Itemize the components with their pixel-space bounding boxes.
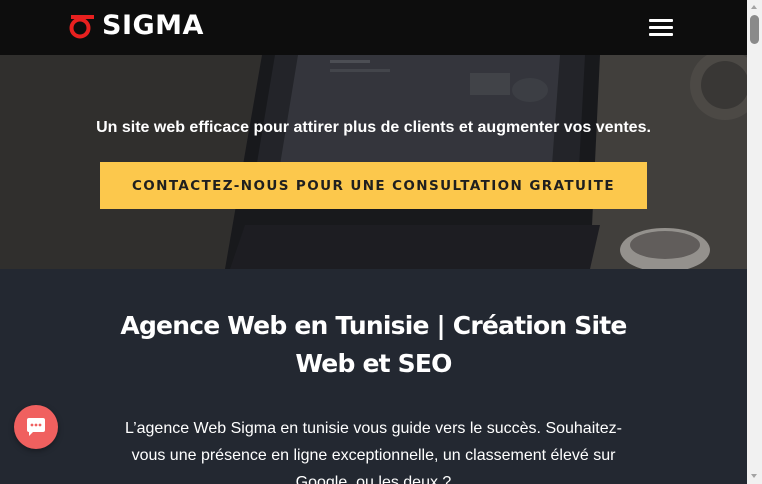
site-header: SIGMA <box>0 0 747 55</box>
intro-paragraph: L’agence Web Sigma en tunisie vous guide… <box>125 420 622 484</box>
intro-section: Agence Web en Tunisie | Création Site We… <box>0 269 747 484</box>
hamburger-menu-icon[interactable] <box>649 19 673 37</box>
free-consultation-cta-button[interactable]: CONTACTEZ-NOUS POUR UNE CONSULTATION GRA… <box>100 162 647 209</box>
page-title: Agence Web en Tunisie | Création Site We… <box>120 311 627 378</box>
hero-tagline: Un site web efficace pour attirer plus d… <box>96 119 651 136</box>
sigma-logo-icon <box>69 15 94 39</box>
page: SIGMA Un site web efficace pour attirer … <box>0 0 747 484</box>
hero-banner: Un site web efficace pour attirer plus d… <box>0 55 747 269</box>
chat-bubble-icon <box>27 418 45 436</box>
scroll-up-arrow-icon[interactable] <box>747 0 762 15</box>
site-logo[interactable]: SIGMA <box>68 11 204 41</box>
scrollbar-thumb[interactable] <box>750 15 759 44</box>
scroll-down-arrow-icon[interactable] <box>747 469 762 484</box>
chat-widget-button[interactable] <box>14 405 58 449</box>
vertical-scrollbar[interactable] <box>747 0 762 484</box>
brand-name: SIGMA <box>102 10 204 41</box>
